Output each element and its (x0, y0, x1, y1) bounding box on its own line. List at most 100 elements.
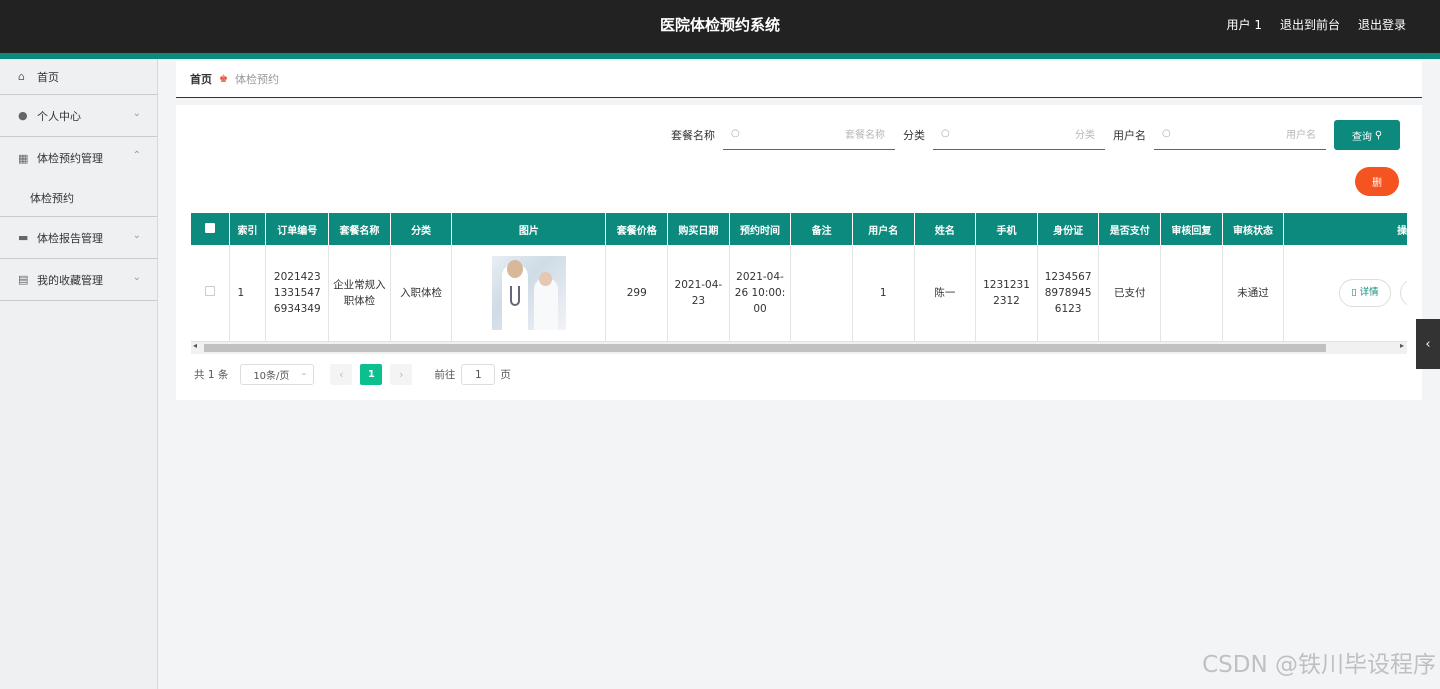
sidebar-subitem-appointment[interactable]: 体检预约 (0, 179, 157, 217)
chevron-down-icon: ⌄ (132, 230, 141, 241)
cell-paid: 已支付 (1098, 245, 1162, 342)
column-header: 套餐名称 (328, 213, 391, 245)
column-header: 是否支付 (1098, 213, 1162, 245)
search-bar: 套餐名称 ○ 分类 ○ 用户名 ○ 查询 ⚲ (671, 120, 1400, 150)
watermark: CSDN @铁川毕设程序 (1202, 652, 1436, 678)
sidebar-item-appointment-management[interactable]: ▦ 体检预约管理 ⌃ (0, 137, 157, 179)
scroll-right-icon[interactable]: ▸ (1400, 341, 1404, 350)
next-page-button[interactable]: › (390, 364, 413, 385)
table-header-row: 索引 订单编号 套餐名称 分类 图片 套餐价格 购买日期 预约时间 备注 用户名… (191, 213, 1407, 245)
column-header: 订单编号 (265, 213, 330, 245)
cell-buy-date: 2021-04-23 (667, 245, 730, 342)
select-all-checkbox[interactable] (191, 213, 230, 245)
query-button[interactable]: 查询 ⚲ (1334, 120, 1400, 150)
username-label: 用户名 (1113, 129, 1146, 142)
table-row: 1 2021423 1331547 6934349 企业常规入职体检 入职体检 29… (191, 245, 1407, 342)
sidebar-item-report-management[interactable]: ▬ 体检报告管理 ⌄ (0, 217, 157, 259)
column-header: 用户名 (852, 213, 915, 245)
column-header: 操作 (1283, 213, 1407, 245)
scroll-left-icon[interactable]: ◂ (193, 341, 197, 350)
username-input[interactable] (1176, 124, 1316, 146)
breadcrumb-home[interactable]: 首页 (190, 71, 212, 87)
scrollbar-thumb[interactable] (204, 344, 1326, 352)
breadcrumb-current: 体检预约 (234, 73, 279, 86)
row-checkbox[interactable] (191, 245, 230, 342)
category-label: 分类 (903, 129, 925, 142)
chevron-up-icon: ⌃ (132, 150, 141, 161)
cell-package: 企业常规入职体检 (328, 245, 391, 342)
goto-page-input[interactable]: 1 (461, 364, 496, 385)
header-accent-line (0, 53, 1440, 59)
package-name-input[interactable] (745, 124, 885, 146)
column-header: 手机 (975, 213, 1038, 245)
package-name-field: ○ (723, 120, 895, 150)
document-icon: ▯ (1351, 286, 1357, 298)
home-icon: ⌂ (18, 70, 25, 83)
top-bar: 医院体检预约系统 用户 1 退出到前台 退出登录 (0, 0, 1440, 53)
column-header: 审核状态 (1222, 213, 1285, 245)
sidebar-item-label: 体检预约管理 (37, 152, 103, 165)
cell-order-no: 2021423 1331547 6934349 (265, 245, 330, 342)
sidebar-item-label: 体检报告管理 (37, 231, 103, 245)
page-size-select[interactable]: 10条/页 ⌄ (240, 364, 315, 385)
category-field: ○ (933, 120, 1105, 150)
sidebar-item-favorites-management[interactable]: ▤ 我的收藏管理 ⌄ (0, 259, 157, 301)
cell-username: 1 (852, 245, 915, 342)
total-count: 共 1 条 (194, 369, 229, 381)
page-number-current[interactable]: 1 (360, 364, 383, 385)
chevron-down-icon: ⌄ (132, 108, 141, 119)
query-button-label: 查询 (1351, 131, 1372, 143)
column-header: 身份证 (1037, 213, 1100, 245)
goto-label: 前往 (434, 369, 456, 381)
pagination: 共 1 条 10条/页 ⌄ ‹ 1 › 前往 1 页 (194, 364, 511, 385)
chevron-down-icon: ⌄ (132, 272, 141, 283)
cell-status: 未通过 (1222, 245, 1285, 342)
column-header: 图片 (451, 213, 607, 245)
sidebar-item-label: 个人中心 (37, 109, 81, 123)
sidebar-item-home[interactable]: ⌂ 首页 (0, 59, 157, 95)
main-panel: 套餐名称 ○ 分类 ○ 用户名 ○ 查询 ⚲ 删 (176, 105, 1422, 400)
column-header: 审核回复 (1160, 213, 1223, 245)
cell-note (790, 245, 853, 342)
briefcase-icon: ▬ (18, 231, 29, 244)
back-to-frontend-link[interactable]: 退出到前台 (1280, 16, 1340, 33)
row-delete-button[interactable]: ▯ 删 (1399, 278, 1407, 307)
cell-name: 陈一 (914, 245, 977, 342)
data-table: 索引 订单编号 套餐名称 分类 图片 套餐价格 购买日期 预约时间 备注 用户名… (191, 213, 1407, 342)
page-suffix: 页 (500, 369, 511, 381)
horizontal-scrollbar[interactable]: ◂ ▸ (191, 341, 1407, 354)
column-header: 索引 (229, 213, 267, 245)
user-icon: ● (18, 109, 28, 122)
batch-delete-button[interactable]: 删 (1355, 167, 1399, 196)
cell-price: 299 (605, 245, 669, 342)
column-header: 备注 (790, 213, 853, 245)
collapse-panel-button[interactable]: ‹ (1416, 319, 1440, 369)
sidebar: ⌂ 首页 ● 个人中心 ⌄ ▦ 体检预约管理 ⌃ 体检预约 ▬ 体检报告管理 ⌄… (0, 59, 158, 689)
package-photo (491, 255, 566, 330)
breadcrumb: 首页 ♚ 体检预约 (176, 61, 1422, 98)
column-header: 套餐价格 (605, 213, 669, 245)
detail-button[interactable]: ▯ 详情 (1339, 278, 1391, 307)
search-icon: ○ (731, 128, 740, 139)
breadcrumb-separator-icon: ♚ (219, 73, 228, 85)
delete-button-label: 删 (1372, 178, 1382, 189)
column-header: 购买日期 (667, 213, 730, 245)
sidebar-item-label: 我的收藏管理 (37, 273, 103, 287)
top-links: 用户 1 退出到前台 退出登录 (1227, 16, 1406, 33)
page-size-value: 10条/页 (253, 371, 290, 382)
cell-appoint-time: 2021-04-26 10:00:00 (729, 245, 792, 342)
cell-image (451, 245, 607, 342)
logout-link[interactable]: 退出登录 (1358, 16, 1406, 33)
sidebar-item-personal-center[interactable]: ● 个人中心 ⌄ (0, 95, 157, 137)
search-icon: ○ (1162, 128, 1171, 139)
clipboard-icon: ▤ (18, 273, 29, 286)
cell-id-card: 123456789789456123 (1037, 245, 1100, 342)
package-name-label: 套餐名称 (671, 129, 715, 142)
chevron-down-icon: ⌄ (300, 368, 308, 377)
data-table-container: 索引 订单编号 套餐名称 分类 图片 套餐价格 购买日期 预约时间 备注 用户名… (191, 213, 1407, 353)
category-input[interactable] (955, 124, 1095, 146)
cell-phone: 12312312312 (975, 245, 1038, 342)
prev-page-button[interactable]: ‹ (330, 364, 353, 385)
current-user-link[interactable]: 用户 1 (1227, 16, 1262, 33)
search-icon: ⚲ (1374, 129, 1383, 141)
